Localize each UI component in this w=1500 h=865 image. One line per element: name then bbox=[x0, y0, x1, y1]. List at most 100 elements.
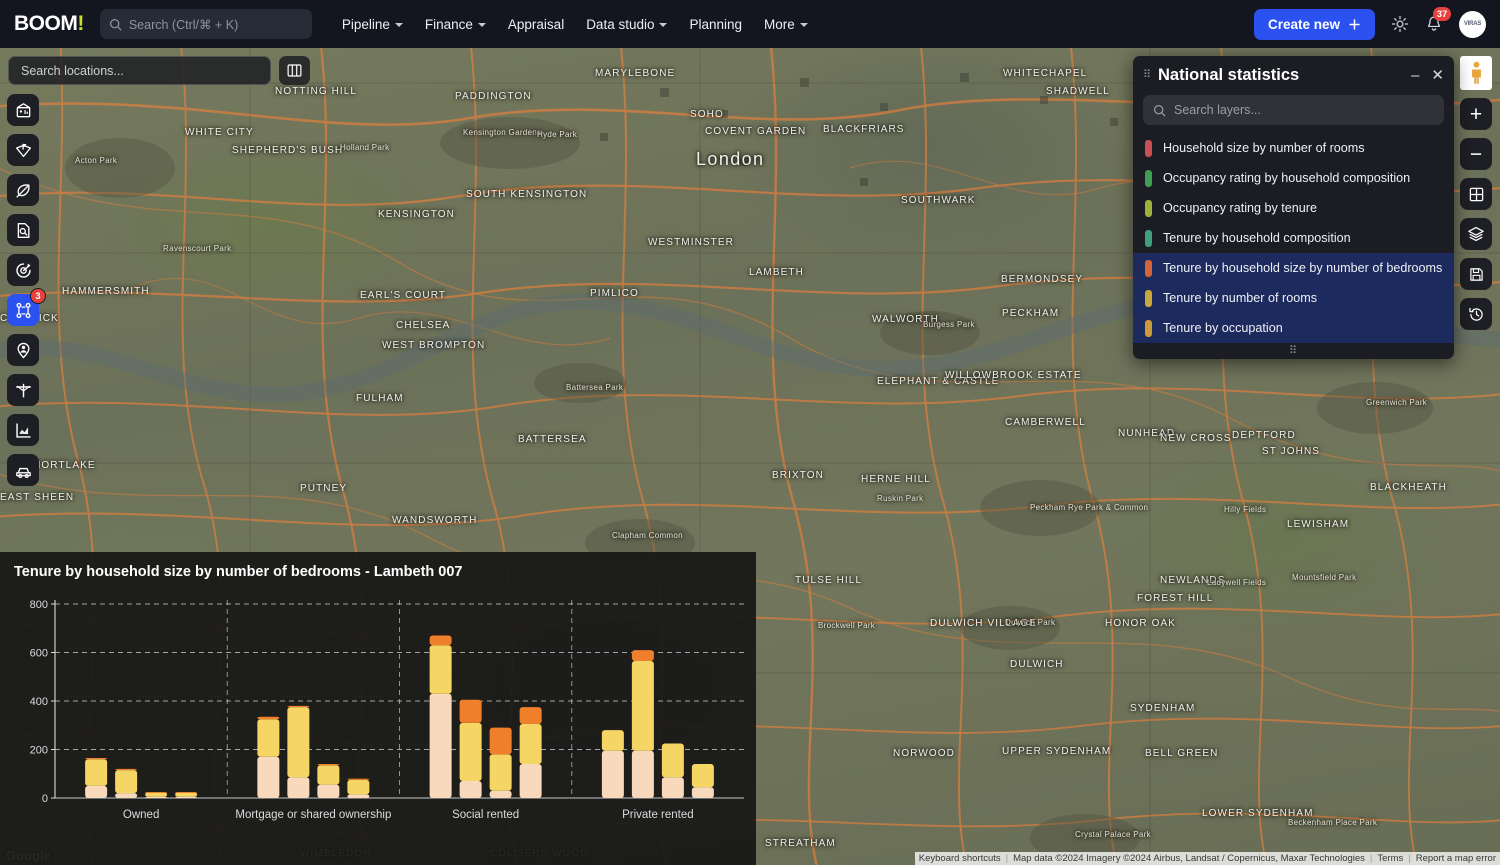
nav-item-appraisal[interactable]: Appraisal bbox=[508, 17, 564, 32]
bar-segment[interactable] bbox=[489, 790, 512, 798]
bar-segment[interactable] bbox=[519, 764, 542, 798]
app-logo[interactable]: BOOM! bbox=[14, 12, 84, 36]
bar-segment[interactable] bbox=[175, 791, 198, 793]
bar-segment[interactable] bbox=[691, 787, 714, 798]
bar-segment[interactable] bbox=[459, 722, 482, 782]
bar-segment[interactable] bbox=[519, 707, 542, 725]
bar-segment[interactable] bbox=[631, 650, 654, 661]
chart-panel: Tenure by household size by number of be… bbox=[0, 552, 756, 865]
bar-segment[interactable] bbox=[347, 778, 370, 780]
layers-button[interactable] bbox=[1460, 218, 1492, 250]
minimize-button[interactable]: – bbox=[1411, 68, 1419, 83]
bar-segment[interactable] bbox=[257, 719, 280, 757]
bar-segment[interactable] bbox=[489, 754, 512, 791]
sidebar-item-environment[interactable] bbox=[7, 174, 39, 206]
nav-item-pipeline[interactable]: Pipeline bbox=[342, 17, 403, 32]
layer-color-swatch bbox=[1145, 259, 1152, 277]
panel-header: ⠿ National statistics – ✕ bbox=[1133, 56, 1454, 91]
close-button[interactable]: ✕ bbox=[1431, 68, 1444, 83]
bar-segment[interactable] bbox=[115, 768, 138, 771]
report-map-error-link[interactable]: Report a map error bbox=[1416, 853, 1496, 864]
bar-segment[interactable] bbox=[429, 645, 452, 694]
layer-label: Tenure by household size by number of be… bbox=[1163, 261, 1443, 275]
user-avatar[interactable]: VIRAS bbox=[1459, 10, 1486, 38]
bar-segment[interactable] bbox=[85, 759, 108, 786]
sidebar-item-utilities[interactable] bbox=[7, 374, 39, 406]
layer-search-input[interactable]: Search layers... bbox=[1143, 95, 1444, 125]
bar-segment[interactable] bbox=[347, 794, 370, 798]
bar-segment[interactable] bbox=[145, 792, 168, 797]
bar-segment[interactable] bbox=[115, 793, 138, 798]
sidebar-item-targeting[interactable] bbox=[7, 254, 39, 286]
layer-list-item[interactable]: Tenure by number of rooms bbox=[1133, 283, 1454, 313]
layer-list-item[interactable]: Tenure by household size by number of be… bbox=[1133, 253, 1454, 283]
compare-swap-icon bbox=[15, 302, 31, 318]
bar-segment[interactable] bbox=[519, 724, 542, 765]
bar-segment[interactable] bbox=[145, 791, 168, 793]
bar-segment[interactable] bbox=[601, 730, 624, 751]
bar-segment[interactable] bbox=[145, 796, 168, 798]
nav-item-finance[interactable]: Finance bbox=[425, 17, 486, 32]
street-view-pegman[interactable] bbox=[1460, 56, 1492, 90]
nav-item-more[interactable]: More bbox=[764, 17, 808, 32]
layer-list-item[interactable]: Tenure by household composition bbox=[1133, 223, 1454, 253]
sidebar-item-sites[interactable] bbox=[7, 94, 39, 126]
bar-segment[interactable] bbox=[459, 781, 482, 798]
bar-segment[interactable] bbox=[317, 765, 340, 785]
bar-segment[interactable] bbox=[85, 785, 108, 798]
sidebar-item-documents[interactable] bbox=[7, 214, 39, 246]
bar-segment[interactable] bbox=[287, 705, 310, 708]
bar-segment[interactable] bbox=[115, 770, 138, 794]
panel-drag-handle[interactable]: ⠿ bbox=[1143, 70, 1152, 81]
attrib-separator: | bbox=[1408, 853, 1411, 864]
bar-segment[interactable] bbox=[459, 699, 482, 723]
bar-segment[interactable] bbox=[287, 707, 310, 778]
nav-item-data-studio[interactable]: Data studio bbox=[586, 17, 668, 32]
bar-segment[interactable] bbox=[489, 727, 512, 755]
zoom-out-button[interactable]: − bbox=[1460, 138, 1492, 170]
layer-list-item[interactable]: Occupancy rating by tenure bbox=[1133, 193, 1454, 223]
history-button[interactable] bbox=[1460, 298, 1492, 330]
bar-segment[interactable] bbox=[601, 750, 624, 798]
panel-resize-handle[interactable]: ⠿ bbox=[1133, 343, 1454, 359]
save-view-button[interactable] bbox=[1460, 258, 1492, 290]
global-search-input[interactable]: Search (Ctrl/⌘ + K) bbox=[99, 9, 312, 39]
bar-segment[interactable] bbox=[631, 660, 654, 751]
bar-segment[interactable] bbox=[257, 756, 280, 798]
map-attribution-bar: Keyboard shortcuts | Map data ©2024 Imag… bbox=[914, 852, 1500, 865]
sidebar-item-demographics[interactable] bbox=[7, 334, 39, 366]
terms-link[interactable]: Terms bbox=[1377, 853, 1403, 864]
bar-segment[interactable] bbox=[175, 792, 198, 797]
bar-segment[interactable] bbox=[347, 779, 370, 795]
notifications-button[interactable]: 37 bbox=[1425, 7, 1451, 33]
sidebar-item-comparison[interactable]: 3 bbox=[7, 288, 46, 326]
bar-segment[interactable] bbox=[661, 743, 684, 778]
chevron-down-icon bbox=[659, 23, 668, 27]
zoom-in-button[interactable]: + bbox=[1460, 98, 1492, 130]
create-new-button[interactable]: Create new bbox=[1253, 8, 1375, 40]
bar-segment[interactable] bbox=[429, 693, 452, 798]
bar-segment[interactable] bbox=[631, 750, 654, 798]
layer-list-item[interactable]: Tenure by occupation bbox=[1133, 313, 1454, 343]
bar-segment[interactable] bbox=[317, 764, 340, 766]
sidebar-item-map-tools[interactable] bbox=[7, 134, 39, 166]
bar-segment[interactable] bbox=[661, 777, 684, 798]
y-axis-tick-label: 0 bbox=[42, 793, 48, 805]
map-style-button[interactable] bbox=[279, 56, 310, 85]
nav-item-planning[interactable]: Planning bbox=[689, 17, 742, 32]
theme-toggle-button[interactable] bbox=[1391, 15, 1409, 33]
location-search-input[interactable]: Search locations... bbox=[8, 56, 271, 85]
grid-toggle-button[interactable] bbox=[1460, 178, 1492, 210]
bar-segment[interactable] bbox=[287, 777, 310, 798]
bar-segment[interactable] bbox=[85, 757, 108, 760]
keyboard-shortcuts-link[interactable]: Keyboard shortcuts bbox=[919, 853, 1001, 864]
bar-segment[interactable] bbox=[175, 796, 198, 798]
bar-segment[interactable] bbox=[429, 635, 452, 646]
bar-segment[interactable] bbox=[691, 764, 714, 788]
bar-segment[interactable] bbox=[257, 716, 280, 720]
layer-list-item[interactable]: Household size by number of rooms bbox=[1133, 133, 1454, 163]
bar-segment[interactable] bbox=[317, 784, 340, 798]
layer-list-item[interactable]: Occupancy rating by household compositio… bbox=[1133, 163, 1454, 193]
sidebar-item-transport[interactable] bbox=[7, 454, 39, 486]
sidebar-item-analytics[interactable] bbox=[7, 414, 39, 446]
